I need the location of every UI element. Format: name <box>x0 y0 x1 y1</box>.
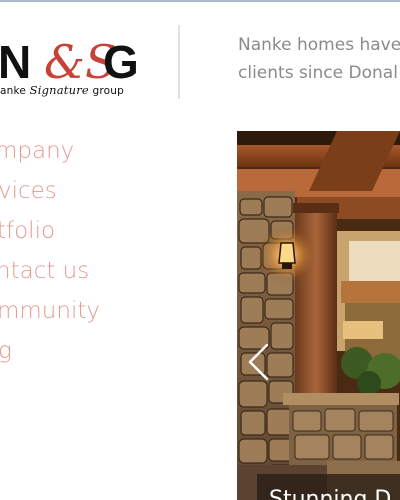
logo-tagline-start: anke <box>0 85 27 97</box>
slide-caption-text: Stunning D <box>269 487 392 500</box>
top-border <box>0 0 400 2</box>
intro-line: clients since Donal <box>238 63 398 83</box>
nav-item-blog: g <box>0 335 220 375</box>
logo-tagline: anke Signature group <box>0 83 124 97</box>
intro-text: Nanke homes have clients since Donal <box>238 31 400 87</box>
logo-tagline-script: Signature <box>29 83 89 97</box>
nav-item-community: mmunity <box>0 295 220 335</box>
header-divider <box>178 25 180 99</box>
nav-item-services: vices <box>0 175 220 215</box>
nav-item-portfolio: tfolio <box>0 215 220 255</box>
nav-item-company: mpany <box>0 135 220 175</box>
main-nav: mpany vices tfolio ntact us mmunity g <box>0 135 220 375</box>
image-slider[interactable]: Stunning D <box>237 131 400 500</box>
chevron-left-icon <box>248 343 269 381</box>
slide-caption: Stunning D <box>257 474 400 500</box>
nav-link-services[interactable]: vices <box>0 178 57 204</box>
intro-line: Nanke homes have <box>238 35 400 55</box>
nav-link-community[interactable]: mmunity <box>0 298 100 324</box>
nav-link-company[interactable]: mpany <box>0 138 74 164</box>
logo-mark: N &S G <box>0 36 139 86</box>
slide-image <box>237 131 400 500</box>
nav-item-contact: ntact us <box>0 255 220 295</box>
logo[interactable]: N &S G anke Signature group <box>0 22 160 102</box>
nav-link-contact[interactable]: ntact us <box>0 258 89 284</box>
logo-letter-n: N <box>0 36 31 86</box>
logo-letter-g: G <box>103 36 139 86</box>
nav-link-portfolio[interactable]: tfolio <box>0 218 55 244</box>
slider-prev-button[interactable] <box>245 343 271 381</box>
nav-link-blog[interactable]: g <box>0 338 12 364</box>
logo-tagline-end: group <box>92 85 124 97</box>
